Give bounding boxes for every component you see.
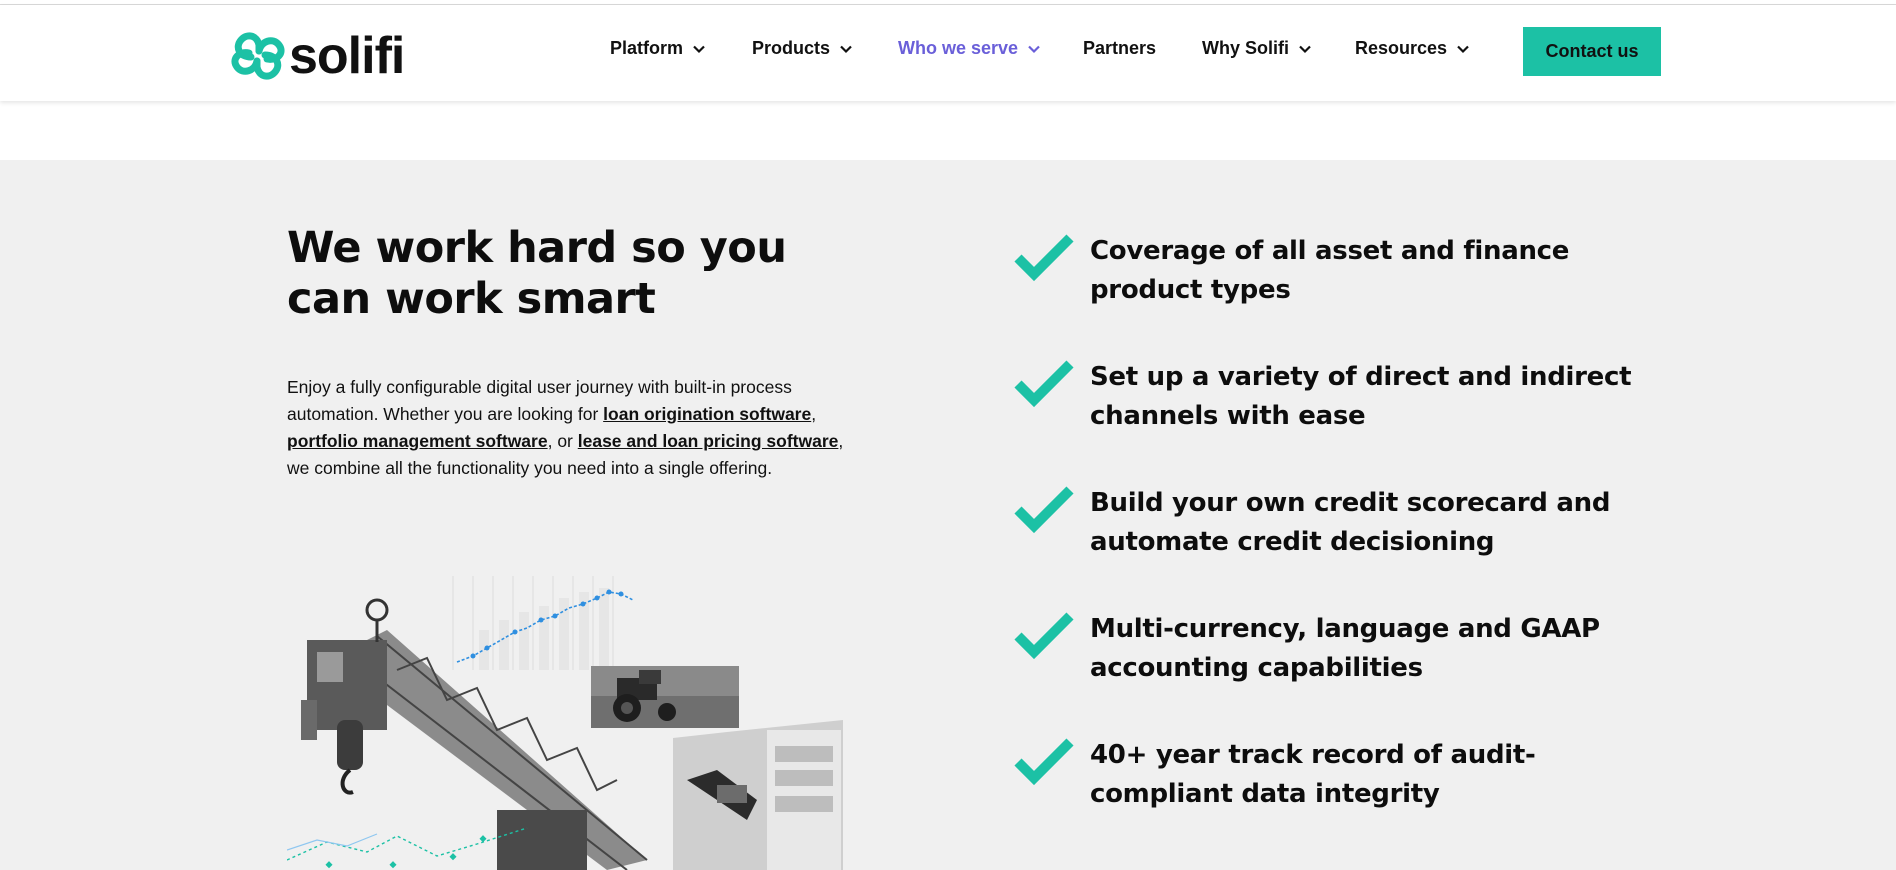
nav-label: Platform bbox=[610, 38, 684, 58]
chevron-down-icon bbox=[693, 45, 705, 53]
checkmark-icon bbox=[1014, 486, 1074, 534]
feature-item: Multi-currency, language and GAAP accoun… bbox=[1014, 610, 1634, 688]
solifi-logo[interactable]: solifi bbox=[229, 26, 405, 86]
checkmark-icon bbox=[1014, 360, 1074, 408]
loan-origination-link[interactable]: loan origination software bbox=[603, 404, 811, 424]
feature-item: Build your own credit scorecard and auto… bbox=[1014, 484, 1634, 562]
lease-loan-pricing-link[interactable]: lease and loan pricing software bbox=[578, 431, 839, 451]
solifi-logo-icon bbox=[231, 32, 285, 80]
logo-wordmark: solifi bbox=[289, 27, 405, 85]
section-heading: We work hard so you can work smart bbox=[287, 223, 787, 324]
feature-text: 40+ year track record of audit-compliant… bbox=[1090, 740, 1536, 809]
paragraph-text: , bbox=[811, 404, 817, 424]
chevron-down-icon bbox=[1299, 45, 1311, 53]
checkmark-icon bbox=[1014, 234, 1074, 282]
feature-item: 40+ year track record of audit-compliant… bbox=[1014, 736, 1634, 814]
accent-line-blue bbox=[287, 833, 378, 851]
nav-platform[interactable]: Platform bbox=[610, 38, 706, 59]
checkmark-icon bbox=[1014, 738, 1074, 786]
nav-who-we-serve[interactable]: Who we serve bbox=[898, 38, 1041, 59]
chart-bars bbox=[479, 588, 609, 670]
feature-text: Coverage of all asset and finance produc… bbox=[1090, 236, 1570, 305]
crane-photo bbox=[301, 598, 648, 870]
feature-text: Set up a variety of direct and indirect … bbox=[1090, 362, 1632, 431]
office-photo bbox=[673, 720, 843, 870]
nav-label: Partners bbox=[1083, 38, 1157, 58]
nav-label: Who we serve bbox=[898, 38, 1019, 58]
feature-item: Coverage of all asset and finance produc… bbox=[1014, 232, 1634, 310]
equipment-finance-illustration bbox=[287, 570, 847, 870]
paragraph-text: , or bbox=[547, 431, 578, 451]
tractor-photo bbox=[591, 666, 739, 728]
nav-products[interactable]: Products bbox=[752, 38, 853, 59]
contact-us-button[interactable]: Contact us bbox=[1523, 27, 1661, 76]
site-header: solifi Platform Products Who we serve Pa… bbox=[0, 5, 1896, 101]
nav-partners[interactable]: Partners bbox=[1083, 38, 1156, 59]
nav-why-solifi[interactable]: Why Solifi bbox=[1202, 38, 1312, 59]
nav-resources[interactable]: Resources bbox=[1355, 38, 1470, 59]
feature-text: Build your own credit scorecard and auto… bbox=[1090, 488, 1611, 557]
feature-text: Multi-currency, language and GAAP accoun… bbox=[1090, 614, 1600, 683]
nav-label: Products bbox=[752, 38, 831, 58]
chevron-down-icon bbox=[840, 45, 852, 53]
chevron-down-icon bbox=[1028, 45, 1040, 53]
checkmark-icon bbox=[1014, 612, 1074, 660]
section-paragraph: Enjoy a fully configurable digital user … bbox=[287, 374, 867, 482]
portfolio-management-link[interactable]: portfolio management software bbox=[287, 431, 548, 451]
chevron-down-icon bbox=[1457, 45, 1469, 53]
illustration-graphic bbox=[287, 576, 843, 870]
accent-line-teal bbox=[287, 827, 528, 861]
nav-label: Why Solifi bbox=[1202, 38, 1289, 58]
nav-label: Resources bbox=[1355, 38, 1448, 58]
feature-item: Set up a variety of direct and indirect … bbox=[1014, 358, 1634, 436]
